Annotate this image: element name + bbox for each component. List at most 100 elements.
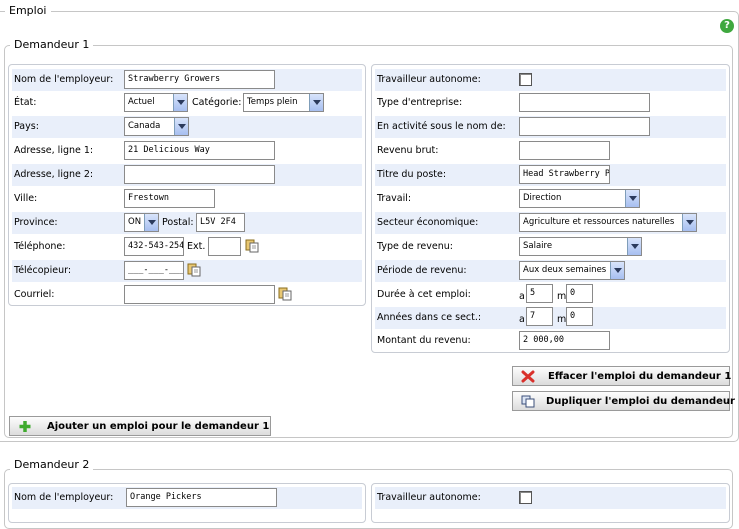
country-select-value: Canada xyxy=(128,121,161,131)
duplicate-employment-button[interactable]: Dupliquer l'emploi du demandeur 1 xyxy=(512,391,739,411)
copy-icon[interactable] xyxy=(187,263,201,277)
applicant2-right-panel: Travailleur autonome: xyxy=(371,483,730,523)
job-title-input[interactable]: Head Strawberry Pic xyxy=(519,165,610,184)
address2-label: Adresse, ligne 2: xyxy=(14,169,94,180)
income-type-label: Type de revenu: xyxy=(377,241,453,252)
self-employed-checkbox[interactable] xyxy=(519,73,532,86)
duplicate-employment-label: Dupliquer l'emploi du demandeur 1 xyxy=(546,396,739,407)
help-icon[interactable]: ? xyxy=(720,19,734,33)
province-select[interactable]: ON xyxy=(124,213,159,232)
phone-row: Téléphone: 432-543-2543 Ext. xyxy=(12,236,362,258)
applicant1-legend: Demandeur 1 xyxy=(10,38,94,51)
years-sector-months-input[interactable]: 0 xyxy=(566,307,593,326)
years-sector-row: Années dans ce sect.: a 7 m 0 xyxy=(375,307,726,329)
self-employed-label-2: Travailleur autonome: xyxy=(377,492,481,503)
category-select[interactable]: Temps plein xyxy=(243,93,324,112)
chevron-down-icon xyxy=(627,238,641,255)
phone-input[interactable]: 432-543-2543 xyxy=(124,237,184,256)
country-label: Pays: xyxy=(14,121,39,132)
address1-row: Adresse, ligne 1: 21 Delicious Way xyxy=(12,140,362,162)
country-select[interactable]: Canada xyxy=(124,117,189,136)
employer-input[interactable]: Strawberry Growers xyxy=(124,70,275,89)
business-type-input[interactable] xyxy=(519,93,650,112)
work-row: Travail: Direction xyxy=(375,188,726,210)
applicant1-right-panel: Travailleur autonome: Type d'entreprise:… xyxy=(371,64,730,353)
email-label: Courriel: xyxy=(14,289,55,300)
address2-row: Adresse, ligne 2: xyxy=(12,164,362,186)
postal-label: Postal: xyxy=(162,217,194,228)
category-select-value: Temps plein xyxy=(247,97,298,107)
copy-icon[interactable] xyxy=(245,239,259,253)
fax-row: Télécopieur: ___-___-____ xyxy=(12,260,362,282)
chevron-down-icon xyxy=(610,262,624,279)
work-select[interactable]: Direction xyxy=(519,189,640,208)
employer-row-2: Nom de l'employeur: Orange Pickers xyxy=(12,487,362,509)
job-title-label: Titre du poste: xyxy=(377,169,447,180)
applicant2-legend: Demandeur 2 xyxy=(10,458,94,471)
employer-row: Nom de l'employeur: Strawberry Growers xyxy=(12,69,362,91)
sector-select[interactable]: Agriculture et ressources naturelles xyxy=(519,213,697,232)
years-sector-label: Années dans ce sect.: xyxy=(377,312,482,323)
income-amount-row: Montant du revenu: 2 000,00 xyxy=(375,330,726,352)
applicant1-left-panel: Nom de l'employeur: Strawberry Growers É… xyxy=(8,64,366,306)
operating-as-label: En activité sous le nom de: xyxy=(377,121,506,132)
gross-income-label: Revenu brut: xyxy=(377,145,439,156)
email-input[interactable] xyxy=(124,285,275,304)
income-period-label: Période de revenu: xyxy=(377,265,467,276)
province-row: Province: ON Postal: L5V 2F4 xyxy=(12,212,362,234)
operating-as-row: En activité sous le nom de: xyxy=(375,116,726,138)
income-type-select[interactable]: Salaire xyxy=(519,237,642,256)
self-employed-row-2: Travailleur autonome: xyxy=(375,487,726,509)
address2-input[interactable] xyxy=(124,165,275,184)
operating-as-input[interactable] xyxy=(519,117,650,136)
income-period-row: Période de revenu: Aux deux semaines xyxy=(375,260,726,282)
address1-label: Adresse, ligne 1: xyxy=(14,145,94,156)
chevron-down-icon xyxy=(174,118,188,135)
employer-input-2[interactable]: Orange Pickers xyxy=(126,488,277,507)
chevron-down-icon xyxy=(309,94,323,111)
ext-input[interactable] xyxy=(208,237,241,256)
business-type-label: Type d'entreprise: xyxy=(377,97,463,108)
address1-input[interactable]: 21 Delicious Way xyxy=(124,141,275,160)
fax-input[interactable]: ___-___-____ xyxy=(124,261,184,280)
copy-icon[interactable] xyxy=(278,287,292,301)
delete-x-icon xyxy=(521,370,535,383)
country-row: Pays: Canada xyxy=(12,116,362,138)
self-employed-label: Travailleur autonome: xyxy=(377,74,481,85)
phone-label: Téléphone: xyxy=(14,241,66,252)
business-type-row: Type d'entreprise: xyxy=(375,92,726,114)
income-type-select-value: Salaire xyxy=(523,241,553,251)
city-row: Ville: Frestown xyxy=(12,188,362,210)
employer-label: Nom de l'employeur: xyxy=(14,74,114,85)
delete-employment-button[interactable]: Effacer l'emploi du demandeur 1 xyxy=(512,366,732,386)
add-plus-icon xyxy=(19,421,31,432)
sector-label: Secteur économique: xyxy=(377,217,479,228)
duration-months-input[interactable]: 0 xyxy=(566,284,593,303)
duration-years-input[interactable]: 5 xyxy=(526,284,553,303)
gross-income-row: Revenu brut: xyxy=(375,140,726,162)
applicant2-left-panel: Nom de l'employeur: Orange Pickers xyxy=(8,483,366,523)
province-select-value: ON xyxy=(128,217,142,227)
postal-input[interactable]: L5V 2F4 xyxy=(196,213,245,232)
state-select[interactable]: Actuel xyxy=(124,93,188,112)
income-type-row: Type de revenu: Salaire xyxy=(375,236,726,258)
duration-months-prefix: m xyxy=(557,291,567,302)
income-amount-label: Montant du revenu: xyxy=(377,335,471,346)
years-sector-months-prefix: m xyxy=(557,314,567,325)
self-employed-checkbox-2[interactable] xyxy=(519,491,532,504)
income-amount-input[interactable]: 2 000,00 xyxy=(519,331,610,350)
income-period-select[interactable]: Aux deux semaines xyxy=(519,261,625,280)
fax-label: Télécopieur: xyxy=(14,265,72,276)
employment-section-title: Emploi xyxy=(5,4,51,17)
city-input[interactable]: Frestown xyxy=(124,189,215,208)
add-employment-button[interactable]: Ajouter un emploi pour le demandeur 1 xyxy=(9,416,271,436)
add-employment-label: Ajouter un emploi pour le demandeur 1 xyxy=(47,421,270,432)
delete-employment-label: Effacer l'emploi du demandeur 1 xyxy=(548,371,732,382)
years-sector-prefix: a xyxy=(519,314,525,325)
job-title-row: Titre du poste: Head Strawberry Pic xyxy=(375,164,726,186)
years-sector-years-input[interactable]: 7 xyxy=(526,307,553,326)
province-label: Province: xyxy=(14,217,58,228)
city-label: Ville: xyxy=(14,193,38,204)
gross-income-input[interactable] xyxy=(519,141,610,160)
chevron-down-icon xyxy=(625,190,639,207)
